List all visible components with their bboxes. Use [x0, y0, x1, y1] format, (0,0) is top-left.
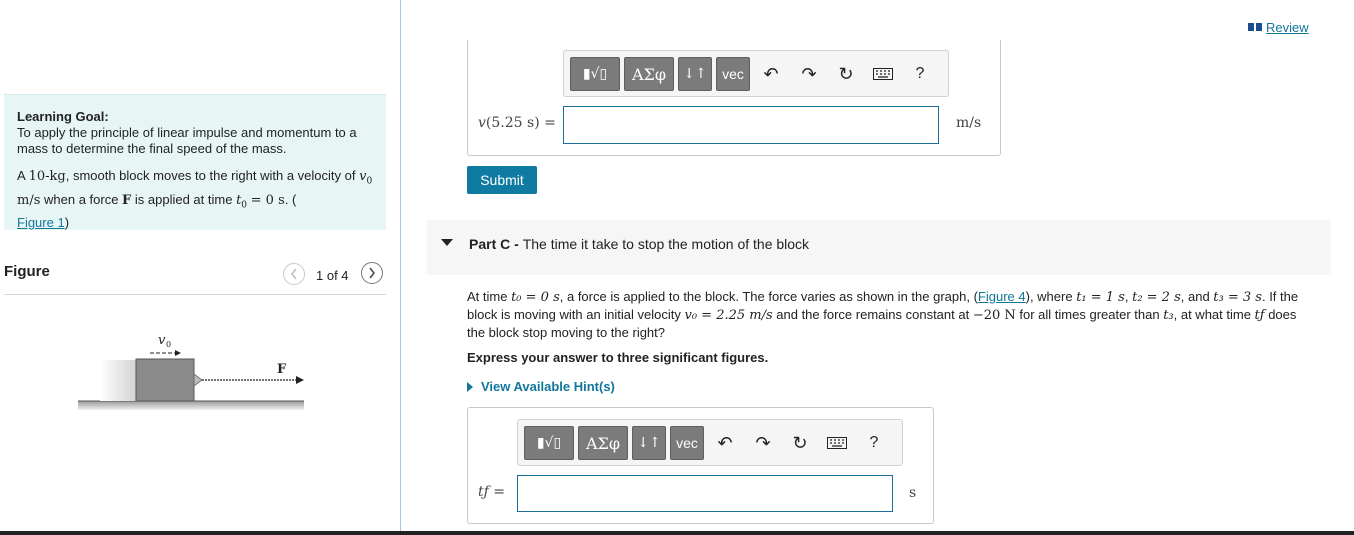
- svg-text:0: 0: [166, 340, 171, 349]
- help-button[interactable]: ?: [860, 428, 888, 458]
- part-b-answer-label: v(5.25 s) =: [478, 115, 556, 131]
- velocity-label: v: [158, 333, 166, 348]
- undo-icon[interactable]: ↶: [757, 59, 785, 89]
- greek-button[interactable]: ΑΣφ: [578, 426, 628, 460]
- velocity-arrowhead: [175, 350, 181, 356]
- part-c-unit: s: [909, 485, 917, 501]
- undo-icon[interactable]: ↶: [711, 428, 739, 458]
- vector-button[interactable]: vec: [670, 426, 704, 460]
- redo-icon[interactable]: ↷: [795, 59, 823, 89]
- figure-pager: 1 of 4: [316, 268, 349, 283]
- force-label: F: [277, 362, 287, 377]
- review-link[interactable]: Review: [1248, 20, 1309, 35]
- figure-divider: [4, 294, 386, 295]
- ground-surface: [78, 401, 304, 410]
- reset-icon[interactable]: ↻: [832, 59, 860, 89]
- figure-1-link[interactable]: Figure 1: [17, 215, 65, 230]
- templates-button[interactable]: ▮√▯: [524, 426, 574, 460]
- part-c-math-toolbar: ▮√▯ ΑΣφ ↓↑ vec ↶ ↷ ↻ ?: [517, 419, 903, 466]
- part-c-answer-input[interactable]: [517, 475, 893, 512]
- vector-button[interactable]: vec: [716, 57, 750, 91]
- keyboard-icon[interactable]: [869, 59, 897, 89]
- help-button[interactable]: ?: [906, 59, 934, 89]
- learning-goal-heading: Learning Goal:: [17, 109, 109, 124]
- block: [135, 358, 195, 402]
- keyboard-icon[interactable]: [823, 428, 851, 458]
- part-c-answer-label: tƒ =: [478, 484, 505, 500]
- learning-goal-panel: Learning Goal: To apply the principle of…: [4, 94, 386, 230]
- hints-toggle[interactable]: View Available Hint(s): [467, 379, 615, 394]
- arrows-button[interactable]: ↓↑: [632, 426, 666, 460]
- reset-icon[interactable]: ↻: [786, 428, 814, 458]
- prev-figure-button[interactable]: [283, 263, 305, 285]
- next-figure-button[interactable]: [361, 262, 383, 284]
- redo-icon[interactable]: ↷: [749, 428, 777, 458]
- chevron-left-icon: [291, 268, 297, 280]
- figure-4-link[interactable]: Figure 4: [978, 289, 1026, 304]
- submit-button[interactable]: Submit: [467, 166, 537, 194]
- chevron-right-icon: [369, 267, 375, 279]
- book-icon: [1248, 20, 1262, 35]
- greek-button[interactable]: ΑΣφ: [624, 57, 674, 91]
- part-c-title: Part C - The time it take to stop the mo…: [469, 236, 810, 252]
- problem-statement: A 10-kg, smooth block moves to the right…: [17, 168, 373, 231]
- caret-down-icon: [441, 239, 453, 246]
- arrows-button[interactable]: ↓↑: [678, 57, 712, 91]
- block-figure: F v 0: [78, 333, 304, 410]
- motion-blur: [100, 360, 138, 401]
- part-c-header[interactable]: Part C - The time it take to stop the mo…: [427, 220, 1331, 275]
- review-label: Review: [1266, 20, 1309, 35]
- templates-button[interactable]: ▮√▯: [570, 57, 620, 91]
- panel-divider: [400, 0, 401, 535]
- part-c-question: At time t₀ = 0 s, a force is applied to …: [467, 289, 1299, 340]
- part-c-instruction: Express your answer to three significant…: [467, 350, 769, 365]
- force-arrowhead: [296, 376, 304, 384]
- figure-title: Figure: [4, 263, 50, 280]
- part-b-unit: m/s: [956, 115, 982, 131]
- hints-label: View Available Hint(s): [481, 379, 615, 394]
- part-b-answer-input[interactable]: [563, 106, 939, 144]
- caret-right-icon: [467, 381, 473, 392]
- part-b-math-toolbar: ▮√▯ ΑΣφ ↓↑ vec ↶ ↷ ↻ ?: [563, 50, 949, 97]
- learning-goal-text: To apply the principle of linear impulse…: [17, 125, 357, 156]
- bottom-bar: [0, 531, 1354, 535]
